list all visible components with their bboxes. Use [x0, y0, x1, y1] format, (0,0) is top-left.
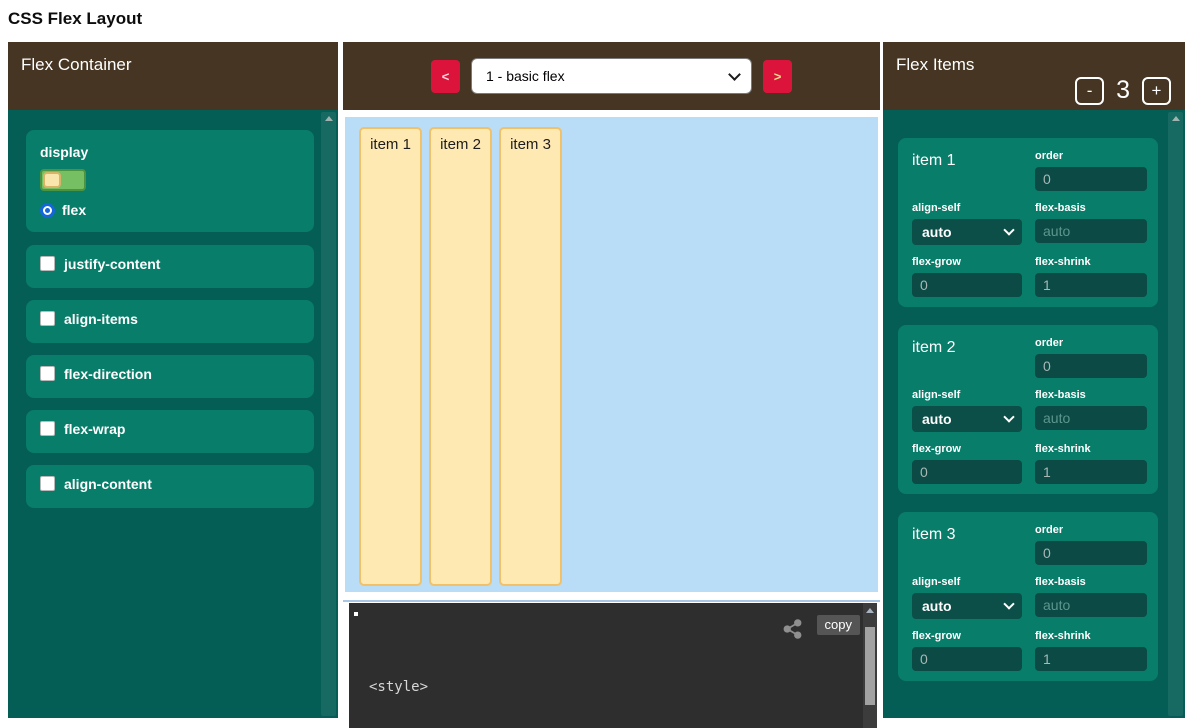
chevron-down-icon [728, 68, 741, 81]
flex-direction-label: flex-direction [64, 366, 152, 382]
item-2-card: item 2 order 0 align-self auto flex-basi… [898, 325, 1158, 494]
align-self-label: align-self [912, 389, 1022, 401]
property-card-align-items: align-items [26, 300, 314, 343]
preview-flex-item-1: item 1 [359, 127, 422, 586]
preview-flex-item-3: item 3 [499, 127, 562, 586]
item-count: 3 [1116, 76, 1130, 105]
flex-container-panel-title: Flex Container [21, 55, 132, 74]
code-line: <style> [369, 678, 853, 697]
flex-container-panel: Flex Container display flex justify-cont… [8, 42, 338, 718]
code-cursor-dot [354, 612, 358, 616]
item-1-order-input[interactable]: 0 [1035, 167, 1147, 191]
align-content-label: align-content [64, 476, 152, 492]
flex-radio[interactable] [40, 203, 55, 218]
order-label: order [1035, 150, 1147, 162]
flex-items-panel-title: Flex Items [896, 55, 974, 74]
flex-radio-label: flex [62, 202, 86, 218]
flex-shrink-label: flex-shrink [1035, 630, 1147, 642]
align-self-value: auto [922, 598, 952, 614]
code-scrollbar-thumb[interactable] [865, 627, 875, 705]
align-items-label: align-items [64, 311, 138, 327]
flex-wrap-label: flex-wrap [64, 421, 125, 437]
left-panel-scrollbar[interactable] [321, 112, 336, 716]
flex-direction-checkbox[interactable] [40, 366, 55, 381]
chevron-down-icon [1003, 598, 1014, 609]
item-2-align-self-select[interactable]: auto [912, 406, 1022, 432]
item-1-flex-grow-input[interactable]: 0 [912, 273, 1022, 297]
right-panel-scrollbar[interactable] [1168, 112, 1183, 716]
item-3-flex-grow-input[interactable]: 0 [912, 647, 1022, 671]
item-1-title: item 1 [912, 150, 1022, 191]
property-card-justify-content: justify-content [26, 245, 314, 288]
copy-button[interactable]: copy [817, 615, 860, 635]
justify-content-label: justify-content [64, 256, 160, 272]
flex-basis-label: flex-basis [1035, 576, 1147, 588]
flex-basis-label: flex-basis [1035, 389, 1147, 401]
item-3-title: item 3 [912, 524, 1022, 565]
justify-content-checkbox[interactable] [40, 256, 55, 271]
flex-wrap-checkbox[interactable] [40, 421, 55, 436]
item-2-flex-basis-input[interactable]: auto [1035, 406, 1147, 430]
item-1-flex-shrink-input[interactable]: 1 [1035, 273, 1147, 297]
align-self-label: align-self [912, 202, 1022, 214]
share-icon[interactable] [782, 618, 803, 640]
toggle-knob[interactable] [43, 172, 61, 188]
code-panel-divider [343, 600, 880, 602]
align-self-label: align-self [912, 576, 1022, 588]
flex-grow-label: flex-grow [912, 630, 1022, 642]
page-title: CSS Flex Layout [8, 9, 142, 29]
scroll-up-icon[interactable] [866, 608, 874, 613]
item-2-flex-shrink-input[interactable]: 1 [1035, 460, 1147, 484]
align-content-checkbox[interactable] [40, 476, 55, 491]
display-label: display [40, 144, 300, 160]
align-items-checkbox[interactable] [40, 311, 55, 326]
item-2-title: item 2 [912, 337, 1022, 378]
item-3-flex-shrink-input[interactable]: 1 [1035, 647, 1147, 671]
remove-item-button[interactable]: - [1075, 77, 1104, 105]
code-panel: <style> .flex-container { display: flex;… [349, 603, 877, 728]
chevron-down-icon [1003, 411, 1014, 422]
display-toggle[interactable] [40, 169, 86, 191]
generated-css-code: <style> .flex-container { display: flex; [369, 640, 853, 728]
flex-items-panel-header: Flex Items - 3 + [883, 42, 1185, 110]
chevron-down-icon [1003, 224, 1014, 235]
flex-container-panel-body: display flex justify-content align-items… [8, 110, 338, 718]
item-1-card: item 1 order 0 align-self auto flex-basi… [898, 138, 1158, 307]
item-1-flex-basis-input[interactable]: auto [1035, 219, 1147, 243]
code-scrollbar[interactable] [863, 603, 877, 728]
property-card-align-content: align-content [26, 465, 314, 508]
item-3-order-input[interactable]: 0 [1035, 541, 1147, 565]
item-3-card: item 3 order 0 align-self auto flex-basi… [898, 512, 1158, 681]
item-1-align-self-select[interactable]: auto [912, 219, 1022, 245]
add-item-button[interactable]: + [1142, 77, 1171, 105]
flex-grow-label: flex-grow [912, 443, 1022, 455]
item-3-align-self-select[interactable]: auto [912, 593, 1022, 619]
item-2-flex-grow-input[interactable]: 0 [912, 460, 1022, 484]
flex-shrink-label: flex-shrink [1035, 256, 1147, 268]
align-self-value: auto [922, 224, 952, 240]
property-card-flex-direction: flex-direction [26, 355, 314, 398]
preset-nav-bar: < 1 - basic flex > [343, 42, 880, 110]
next-preset-button[interactable]: > [763, 60, 792, 93]
property-card-flex-wrap: flex-wrap [26, 410, 314, 453]
scroll-up-icon[interactable] [1172, 116, 1180, 121]
prev-preset-button[interactable]: < [431, 60, 460, 93]
flex-preview-container: item 1 item 2 item 3 [345, 117, 878, 592]
preview-flex-item-2: item 2 [429, 127, 492, 586]
flex-basis-label: flex-basis [1035, 202, 1147, 214]
flex-shrink-label: flex-shrink [1035, 443, 1147, 455]
flex-container-panel-header: Flex Container [8, 42, 338, 110]
order-label: order [1035, 524, 1147, 536]
item-3-flex-basis-input[interactable]: auto [1035, 593, 1147, 617]
flex-grow-label: flex-grow [912, 256, 1022, 268]
item-2-order-input[interactable]: 0 [1035, 354, 1147, 378]
scroll-up-icon[interactable] [325, 116, 333, 121]
flex-items-panel-body: item 1 order 0 align-self auto flex-basi… [883, 110, 1185, 718]
flex-items-panel: Flex Items - 3 + item 1 order 0 align-se… [883, 42, 1185, 718]
display-property-card: display flex [26, 130, 314, 232]
preset-select[interactable]: 1 - basic flex [471, 58, 752, 94]
order-label: order [1035, 337, 1147, 349]
align-self-value: auto [922, 411, 952, 427]
preset-select-value: 1 - basic flex [486, 68, 565, 84]
